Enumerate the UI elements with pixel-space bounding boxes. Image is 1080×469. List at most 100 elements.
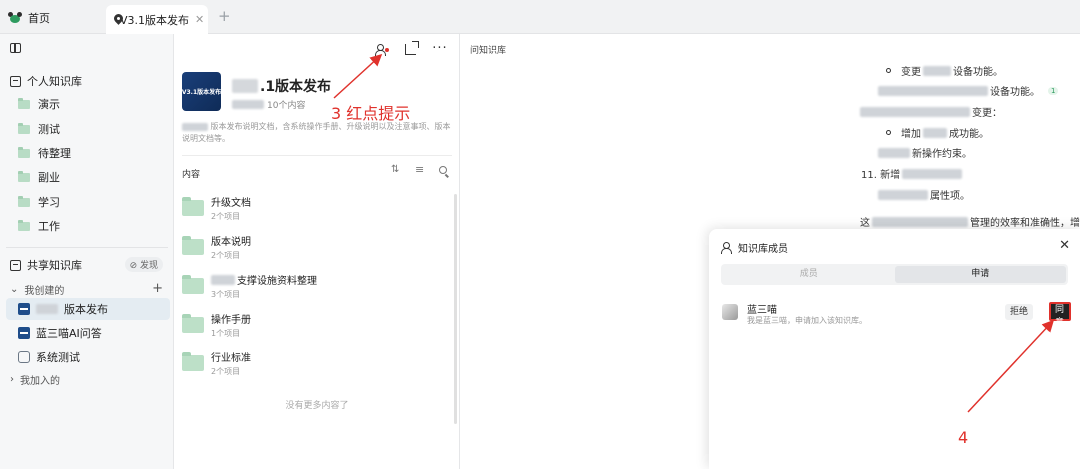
personal-kb-header[interactable]: 个人知识库 xyxy=(10,73,82,89)
doc-line-post: 设备功能。 xyxy=(990,87,1040,98)
folder-icon xyxy=(182,314,204,333)
redacted-text xyxy=(860,106,970,117)
list-item-name: 升级文档 xyxy=(211,198,251,209)
doc-line: 增加 成功能。 xyxy=(886,125,989,140)
tab-home[interactable]: 首页 xyxy=(4,8,54,28)
sidebar-folder-1[interactable]: 测试 xyxy=(0,118,174,140)
kb-title-text: .1版本发布 xyxy=(260,79,332,95)
doc-line: 11. 新增 xyxy=(861,166,963,181)
panda-logo-icon xyxy=(8,12,22,24)
sidebar-folder-0[interactable]: 演示 xyxy=(0,93,174,115)
sidebar-kb-label: 系统测试 xyxy=(36,351,80,364)
sidebar-divider xyxy=(6,247,168,248)
list-item[interactable]: 支撑设施资料整理 3个项目 xyxy=(182,271,450,301)
list-item-name: 支撑设施资料整理 xyxy=(237,276,317,287)
list-item[interactable]: 行业标准 2个项目 xyxy=(182,348,450,378)
kb-toolbar: ··· xyxy=(373,40,448,56)
list-item-text: 支撑设施资料整理 3个项目 xyxy=(211,272,317,300)
tab-applications[interactable]: 申请 xyxy=(894,266,1066,283)
sidebar-folder-2[interactable]: 待整理 xyxy=(0,142,174,164)
doc-line-pre: 这 xyxy=(860,218,870,229)
sidebar-folder-4[interactable]: 学习 xyxy=(0,191,174,213)
list-item-name: 操作手册 xyxy=(211,315,251,326)
swap-icon[interactable] xyxy=(391,164,401,176)
kb-detail-panel: ··· V3.1版本发布 .1版本发布 10个内容 版本发布说明文档，含系统操作… xyxy=(174,34,460,469)
sidebar-kb-release[interactable]: 版本发布 xyxy=(6,298,170,320)
sidebar-kb-system-test[interactable]: 系统测试 xyxy=(6,346,170,368)
sidebar-folder-label: 待整理 xyxy=(38,147,71,160)
application-row: 蓝三喵 我是蓝三喵，申请加入该知识库。 拒绝 同意 xyxy=(721,299,1071,329)
reject-button[interactable]: 拒绝 xyxy=(1005,304,1034,320)
list-item[interactable]: 版本说明 2个项目 xyxy=(182,232,450,262)
dialog-header: 知识库成员 xyxy=(721,240,788,255)
share-button[interactable] xyxy=(403,40,419,56)
redacted-text xyxy=(232,100,264,109)
create-kb-plus-icon[interactable]: + xyxy=(152,281,163,296)
annotation-step3: 3 红点提示 xyxy=(331,104,411,123)
tab-members[interactable]: 成员 xyxy=(723,266,895,283)
shared-kb-icon xyxy=(10,259,21,271)
citation-badge[interactable]: 1 xyxy=(1048,86,1059,95)
list-item-name: 行业标准 xyxy=(211,353,251,364)
sidebar-toggle-icon[interactable] xyxy=(10,43,21,53)
doc-line: 变更 设备功能。 xyxy=(886,63,1003,78)
redacted-text xyxy=(232,79,258,93)
list-item-count: 2个项目 xyxy=(211,367,241,376)
list-item[interactable]: 升级文档 2个项目 xyxy=(182,193,450,223)
search-icon[interactable] xyxy=(439,166,447,174)
chevron-down-icon: ⌄ xyxy=(10,284,19,295)
dialog-close-icon[interactable]: ✕ xyxy=(1059,238,1070,253)
my-created-toggle[interactable]: ⌄ 我创建的 xyxy=(10,282,64,297)
discover-button[interactable]: ⊘ 发现 xyxy=(124,257,163,272)
folder-icon xyxy=(18,122,30,134)
applicant-message: 我是蓝三喵，申请加入该知识库。 xyxy=(747,316,867,325)
doc-line-post: 新操作约束。 xyxy=(912,149,972,160)
add-tab-icon[interactable]: + xyxy=(218,8,231,24)
chevron-right-icon: › xyxy=(10,374,14,385)
redacted-text xyxy=(182,122,208,131)
more-icon: ··· xyxy=(432,41,448,56)
sidebar-folder-label: 副业 xyxy=(38,171,60,184)
redacted-text xyxy=(211,274,235,285)
list-item-count: 2个项目 xyxy=(211,251,241,260)
content-divider xyxy=(182,155,452,156)
sort-icon[interactable] xyxy=(415,163,425,176)
kb-title: .1版本发布 xyxy=(232,76,331,96)
sidebar-folder-3[interactable]: 副业 xyxy=(0,166,174,188)
folder-icon xyxy=(18,146,30,158)
list-item-count: 1个项目 xyxy=(211,329,241,338)
joined-toggle[interactable]: › 我加入的 xyxy=(10,372,60,387)
members-button[interactable] xyxy=(373,42,389,56)
kb-members-dialog: 知识库成员 ✕ 成员 申请 蓝三喵 我是蓝三喵，申请加入该知识库。 拒绝 同意 xyxy=(709,229,1080,469)
redacted-text xyxy=(878,189,928,200)
kb-description: 版本发布说明文档，含系统操作手册、升级说明以及注意事项、版本说明文档等。 xyxy=(182,121,452,145)
redacted-text xyxy=(923,127,947,138)
annotation-step4: 4 xyxy=(958,428,969,447)
doc-line: 新操作约束。 xyxy=(878,145,972,160)
members-icon xyxy=(374,43,386,56)
sidebar-kb-ai-qa[interactable]: 蓝三喵AI问答 xyxy=(6,322,170,344)
redacted-text xyxy=(36,304,58,314)
redacted-text xyxy=(872,216,968,227)
kb-meta-text: 10个内容 xyxy=(267,101,306,111)
my-created-label: 我创建的 xyxy=(24,286,65,297)
tab-v31-release[interactable]: V3.1版本发布 ✕ xyxy=(106,5,208,34)
kb-cover-thumb-icon xyxy=(18,303,30,315)
list-item[interactable]: 操作手册 1个项目 xyxy=(182,310,450,340)
more-button[interactable]: ··· xyxy=(432,41,448,56)
redacted-text xyxy=(902,168,963,179)
folder-icon xyxy=(182,352,204,371)
sidebar-folder-label: 测试 xyxy=(38,123,60,136)
shared-kb-header[interactable]: 共享知识库 xyxy=(10,257,82,273)
scrollbar[interactable] xyxy=(454,194,457,424)
doc-line-post: 成功能。 xyxy=(949,129,989,140)
doc-line-post: 属性项。 xyxy=(930,191,970,202)
content-section-label: 内容 xyxy=(182,170,201,180)
sidebar-folder-5[interactable]: 工作 xyxy=(0,215,174,237)
folder-icon xyxy=(18,170,30,182)
tab-close-icon[interactable]: ✕ xyxy=(195,13,204,26)
agree-button[interactable]: 同意 xyxy=(1049,302,1071,328)
personal-kb-label: 个人知识库 xyxy=(27,75,82,88)
members-segmented-control: 成员 申请 xyxy=(721,264,1068,285)
doc-line-post: 管理的效率和准确性，增强 xyxy=(970,218,1080,229)
